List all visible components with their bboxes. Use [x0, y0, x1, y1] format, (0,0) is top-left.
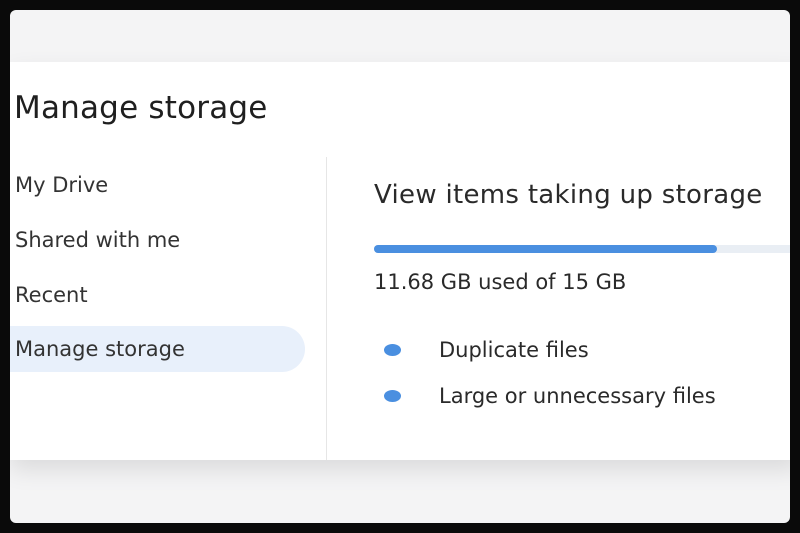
sidebar: My Drive Shared with me Recent Manage st…	[10, 157, 327, 460]
storage-progress-bar	[374, 245, 790, 253]
sidebar-item-label: My Drive	[15, 173, 109, 197]
storage-progress-fill	[374, 245, 718, 253]
sidebar-item-manage-storage[interactable]: Manage storage	[10, 326, 305, 372]
sidebar-item-my-drive[interactable]: My Drive	[10, 162, 108, 208]
sidebar-item-label: Shared with me	[15, 228, 181, 252]
list-item-large-files[interactable]: Large or unnecessary files	[374, 381, 790, 411]
page-title: Manage storage	[14, 90, 268, 126]
sidebar-item-label: Recent	[15, 283, 88, 307]
sidebar-item-label: Manage storage	[15, 337, 185, 361]
list-item-label: Duplicate files	[439, 338, 589, 362]
list-item-duplicate-files[interactable]: Duplicate files	[374, 335, 790, 365]
dot-icon	[384, 390, 401, 402]
storage-usage-text: 11.68 GB used of 15 GB	[374, 270, 627, 294]
dot-icon	[384, 344, 401, 356]
section-heading: View items taking up storage	[374, 180, 763, 210]
sidebar-item-recent[interactable]: Recent	[10, 272, 88, 318]
app-window: Manage storage My Drive Shared with me R…	[10, 10, 790, 523]
sidebar-item-shared-with-me[interactable]: Shared with me	[10, 217, 180, 263]
list-item-label: Large or unnecessary files	[439, 384, 716, 408]
main-content: View items taking up storage 11.68 GB us…	[374, 180, 790, 450]
storage-panel: Manage storage My Drive Shared with me R…	[10, 62, 790, 460]
